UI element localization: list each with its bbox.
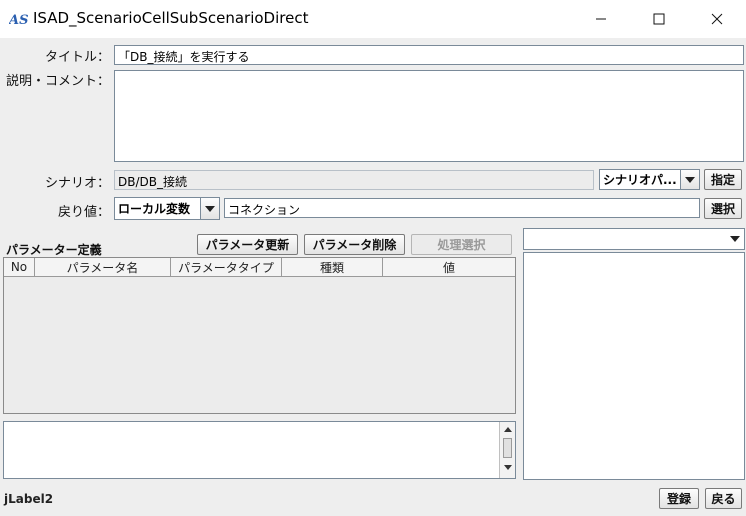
minimize-icon[interactable] bbox=[572, 0, 630, 38]
scenario-type-combo-value: シナリオパ... bbox=[603, 173, 677, 187]
status-label: jLabel2 bbox=[4, 492, 54, 506]
comment-textarea[interactable] bbox=[114, 70, 744, 162]
process-select-button[interactable]: 処理選択 bbox=[411, 234, 512, 255]
return-value-label: 戻り値： bbox=[57, 205, 110, 220]
title-label: タイトル： bbox=[44, 50, 110, 65]
svg-text:AS: AS bbox=[9, 13, 28, 28]
log-textarea[interactable] bbox=[3, 421, 516, 479]
comment-label: 説明・コメント： bbox=[5, 74, 110, 89]
scenario-label: シナリオ： bbox=[44, 176, 110, 191]
param-table-header: No パラメータ名 パラメータタイプ 種類 値 bbox=[4, 258, 515, 277]
column-header-param-type[interactable]: パラメータタイプ bbox=[171, 258, 282, 276]
back-button[interactable]: 戻る bbox=[705, 488, 742, 509]
chevron-down-icon[interactable] bbox=[200, 198, 219, 219]
return-value-field[interactable]: コネクション bbox=[224, 198, 700, 218]
param-table[interactable]: No パラメータ名 パラメータタイプ 種類 値 bbox=[3, 257, 516, 414]
vertical-scrollbar[interactable] bbox=[499, 422, 515, 478]
chevron-down-icon[interactable] bbox=[726, 229, 744, 249]
return-select-button[interactable]: 選択 bbox=[704, 198, 742, 219]
register-button[interactable]: 登録 bbox=[659, 488, 699, 509]
param-delete-button[interactable]: パラメータ削除 bbox=[304, 234, 405, 255]
param-update-button[interactable]: パラメータ更新 bbox=[197, 234, 298, 255]
scroll-thumb[interactable] bbox=[503, 438, 512, 458]
column-header-kind[interactable]: 種類 bbox=[282, 258, 383, 276]
return-type-combo-value: ローカル変数 bbox=[118, 202, 191, 216]
scenario-specify-button[interactable]: 指定 bbox=[704, 169, 742, 190]
column-header-no[interactable]: No bbox=[4, 258, 35, 276]
return-type-combo[interactable]: ローカル変数 bbox=[114, 197, 220, 220]
chevron-down-icon[interactable] bbox=[680, 170, 699, 189]
title-field[interactable]: 「DB_接続」を実行する bbox=[114, 45, 744, 65]
right-panel-combo[interactable] bbox=[523, 228, 745, 250]
param-section-heading: パラメーター定義 bbox=[6, 243, 102, 257]
close-icon[interactable] bbox=[688, 0, 746, 38]
right-panel-list[interactable] bbox=[523, 252, 745, 480]
window-titlebar: AS ISAD_ScenarioCellSubScenarioDirect bbox=[0, 0, 746, 38]
scroll-up-icon[interactable] bbox=[500, 422, 515, 436]
scenario-field[interactable]: DB/DB_接続 bbox=[114, 170, 594, 190]
column-header-param-name[interactable]: パラメータ名 bbox=[35, 258, 171, 276]
window-title: ISAD_ScenarioCellSubScenarioDirect bbox=[33, 9, 309, 27]
column-header-value[interactable]: 値 bbox=[383, 258, 515, 276]
scroll-down-icon[interactable] bbox=[500, 460, 515, 474]
app-logo-icon: AS bbox=[7, 10, 29, 28]
maximize-icon[interactable] bbox=[630, 0, 688, 38]
scenario-type-combo[interactable]: シナリオパ... bbox=[599, 169, 700, 190]
